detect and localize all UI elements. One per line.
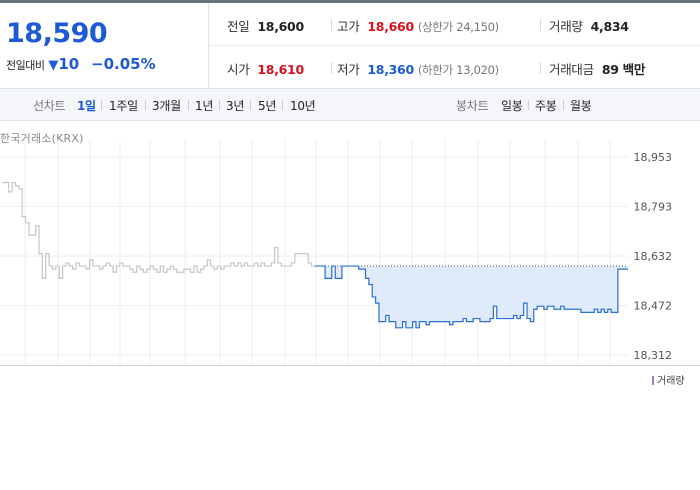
- divider: [331, 19, 332, 31]
- trade-amount: 거래대금 89 백만: [549, 62, 646, 77]
- candle-weekly[interactable]: 주봉: [535, 97, 557, 114]
- volume-legend: 거래량: [652, 372, 685, 387]
- volume-swatch: [652, 376, 654, 385]
- below-baseline-area: [315, 266, 628, 328]
- change-percent: −0.05%: [91, 55, 156, 73]
- divider: [331, 62, 332, 74]
- period-1d[interactable]: 1일: [77, 97, 96, 114]
- period-5y[interactable]: 5년: [258, 97, 276, 114]
- period-3y[interactable]: 3년: [226, 97, 244, 114]
- change-value: 10: [58, 55, 80, 73]
- divider: [540, 62, 541, 74]
- y-tick-label: 18,632: [634, 250, 673, 263]
- price-summary: 18,590 전일대비 ▼10 −0.05%: [0, 3, 209, 88]
- divider: [250, 100, 251, 110]
- vertical-gridlines: [24, 140, 611, 365]
- period-1w[interactable]: 1주일: [109, 97, 138, 114]
- prev-close: 전일 18,600: [227, 19, 304, 34]
- y-tick-label: 18,472: [634, 300, 673, 313]
- trade-volume: 거래량 4,834: [549, 19, 629, 34]
- down-arrow-icon: ▼: [48, 58, 59, 73]
- chart-toolbar: 선차트 1일 1주일 3개월 1년 3년 5년 10년 봉차트 일봉 주봉 월봉: [0, 88, 700, 121]
- line-chart-label: 선차트: [33, 99, 66, 113]
- divider: [563, 100, 564, 110]
- y-axis-ticks: 18,953 18,793 18,632 18,472 18,312: [634, 151, 673, 362]
- high-price: 고가 18,660 (상한가 24,150): [337, 19, 499, 34]
- intraday-price-chart: 18,953 18,793 18,632 18,472 18,312: [0, 140, 673, 365]
- divider: [101, 100, 102, 110]
- candle-chart-label: 봉차트: [456, 99, 489, 113]
- divider: [145, 100, 146, 110]
- y-tick-label: 18,793: [634, 200, 673, 213]
- current-price: 18,590: [6, 18, 108, 49]
- change-label: 전일대비: [6, 59, 45, 72]
- chart-bottom-border: [0, 365, 700, 366]
- divider: [540, 19, 541, 31]
- premarket-price-line: [2, 182, 315, 279]
- candle-monthly[interactable]: 월봉: [570, 97, 592, 114]
- divider: [282, 100, 283, 110]
- price-change: 전일대비 ▼10 −0.05%: [6, 55, 156, 73]
- period-10y[interactable]: 10년: [290, 97, 316, 114]
- divider: [528, 100, 529, 110]
- y-tick-label: 18,953: [634, 151, 673, 164]
- candle-daily[interactable]: 일봉: [501, 97, 523, 114]
- divider: [188, 100, 189, 110]
- low-price: 저가 18,360 (하한가 13,020): [337, 62, 499, 77]
- y-tick-label: 18,312: [634, 349, 673, 362]
- info-divider: [209, 45, 700, 46]
- open-price: 시가 18,610: [227, 62, 304, 77]
- period-1y[interactable]: 1년: [195, 97, 213, 114]
- period-3m[interactable]: 3개월: [152, 97, 181, 114]
- horizontal-gridlines: [0, 156, 628, 356]
- divider: [219, 100, 220, 110]
